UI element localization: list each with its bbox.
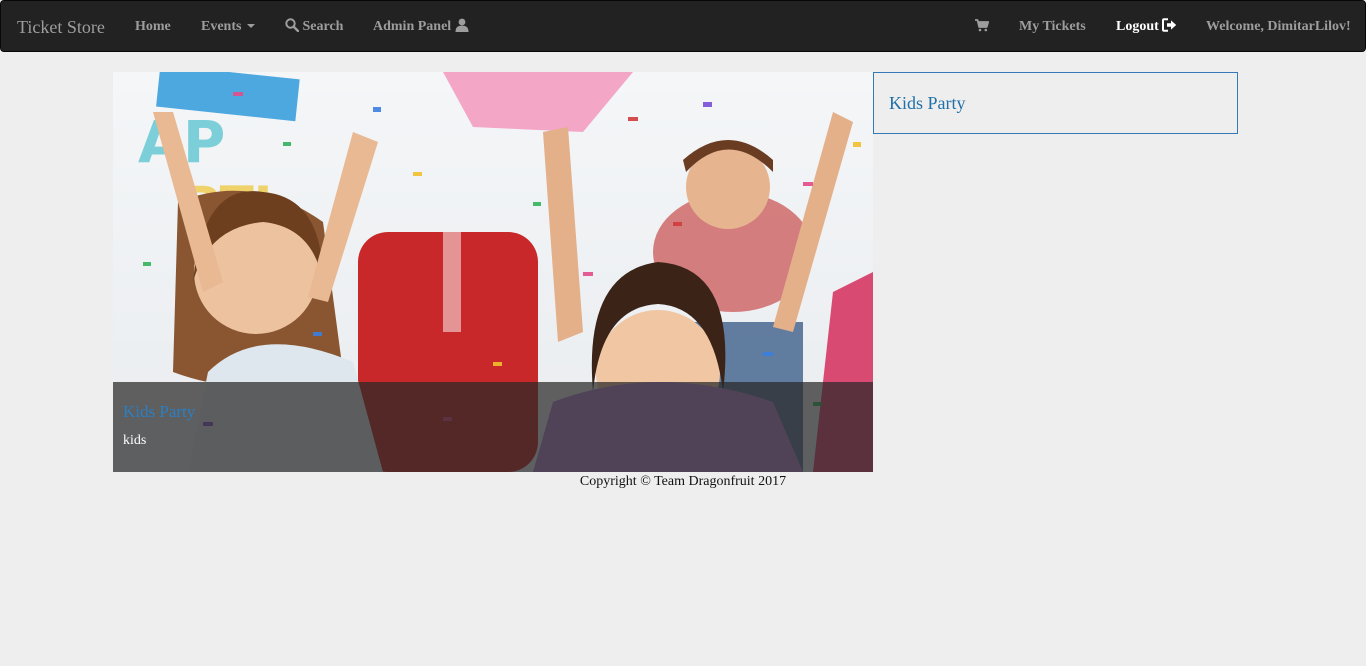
- nav-search-label: Search: [302, 19, 344, 34]
- search-icon: [285, 18, 300, 33]
- footer-copyright: Copyright © Team Dragonfruit 2017: [579, 474, 787, 489]
- nav-welcome-user[interactable]: Welcome, DimitarLilov!: [1206, 1, 1351, 53]
- event-list-panel: Kids Party: [873, 72, 1238, 134]
- shopping-cart-icon: [975, 19, 990, 32]
- nav-events-label: Events: [201, 19, 242, 34]
- logout-icon: [1162, 18, 1177, 32]
- event-carousel[interactable]: AP PTI: [113, 72, 873, 472]
- brand-link[interactable]: Ticket Store: [17, 1, 105, 53]
- nav-logout-label: Logout: [1116, 19, 1159, 34]
- nav-home[interactable]: Home: [135, 1, 171, 53]
- nav-my-tickets[interactable]: My Tickets: [1019, 1, 1086, 53]
- top-navbar: Ticket Store Home Events Search Admin Pa…: [0, 0, 1366, 52]
- carousel-caption: Kids Party kids: [113, 382, 873, 472]
- nav-logout[interactable]: Logout: [1116, 1, 1177, 53]
- nav-admin-panel[interactable]: Admin Panel: [373, 1, 469, 53]
- caption-description: kids: [123, 433, 147, 448]
- nav-admin-label: Admin Panel: [373, 19, 452, 34]
- caret-down-icon: [246, 24, 255, 28]
- user-icon: [455, 18, 469, 32]
- nav-search[interactable]: Search: [285, 1, 343, 53]
- nav-events-dropdown[interactable]: Events: [201, 1, 255, 53]
- event-list-item[interactable]: Kids Party: [889, 93, 966, 114]
- caption-title[interactable]: Kids Party: [123, 402, 195, 422]
- nav-cart[interactable]: [975, 1, 990, 53]
